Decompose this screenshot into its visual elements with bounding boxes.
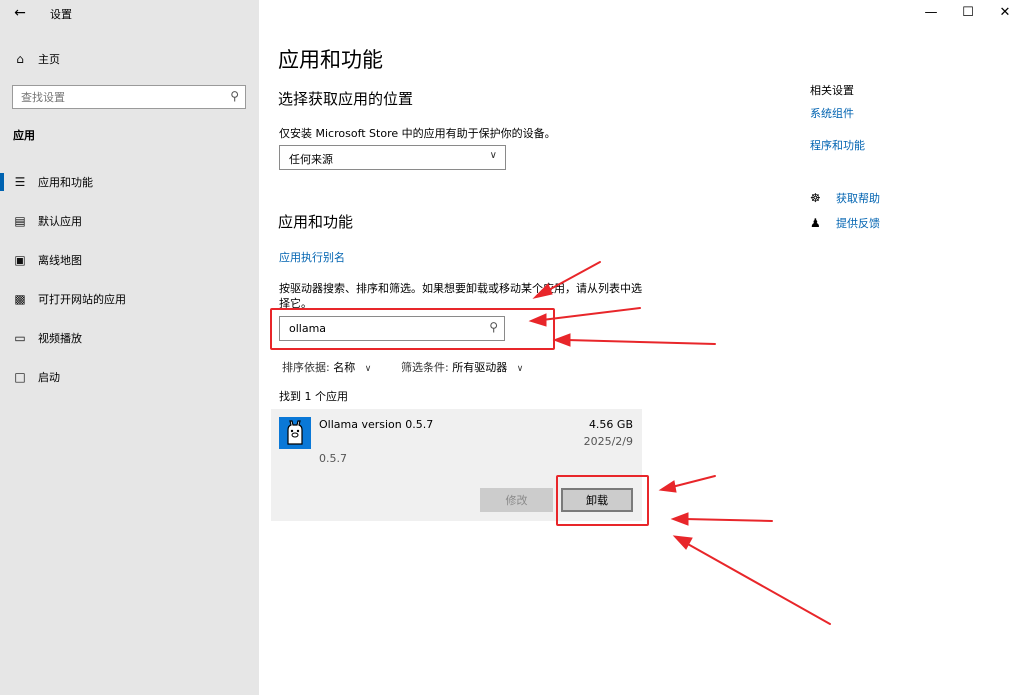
back-arrow-icon[interactable]: ← — [12, 5, 28, 21]
sidebar-item-offline-maps[interactable]: ▣ 离线地图 — [0, 245, 259, 275]
sidebar-item-default-apps[interactable]: ▤ 默认应用 — [0, 206, 259, 236]
arrow-head — [658, 480, 677, 493]
selection-indicator — [0, 173, 4, 191]
video-icon: ▭ — [14, 331, 26, 345]
minimize-icon[interactable]: — — [921, 3, 941, 23]
sidebar-item-apps-features[interactable]: ☰ 应用和功能 — [0, 167, 259, 197]
annotation-arrow — [684, 518, 773, 522]
map-icon: ▣ — [14, 253, 26, 267]
app-size: 4.56 GB — [588, 418, 633, 431]
feedback-link[interactable]: ♟ 提供反馈 — [810, 215, 880, 231]
annotation-arrow — [566, 339, 716, 345]
sort-control[interactable]: 排序依据: 名称 ∨ — [282, 359, 371, 375]
filter-control[interactable]: 筛选条件: 所有驱动器 ∨ — [401, 359, 523, 375]
home-icon: ⌂ — [16, 52, 24, 66]
related-settings-title: 相关设置 — [810, 84, 854, 97]
app-install-date: 2025/2/9 — [583, 435, 633, 448]
get-help-link[interactable]: ☸ 获取帮助 — [810, 190, 880, 206]
chevron-down-icon: ∨ — [489, 150, 497, 161]
apps-heading: 应用和功能 — [278, 213, 354, 231]
web-app-icon: ▩ — [14, 292, 26, 306]
close-icon[interactable]: ✕ — [995, 3, 1015, 23]
default-apps-icon: ▤ — [14, 214, 26, 228]
settings-search[interactable]: ⚲ — [12, 85, 246, 109]
sidebar-item-label: 离线地图 — [38, 254, 82, 267]
dropdown-value: 任何来源 — [289, 153, 333, 166]
sidebar-item-label: 应用和功能 — [38, 176, 93, 189]
ollama-app-icon — [279, 417, 311, 449]
sidebar-item-label: 启动 — [38, 371, 60, 384]
sidebar-section-title: 应用 — [13, 129, 35, 142]
annotation-arrow — [671, 475, 716, 488]
feedback-icon: ♟ — [810, 216, 821, 230]
filter-value: 所有驱动器 — [452, 361, 508, 374]
search-highlight-box — [270, 308, 555, 350]
sidebar-item-label: 视频播放 — [38, 332, 82, 345]
page-title: 应用和功能 — [278, 48, 383, 72]
list-icon: ☰ — [14, 175, 26, 189]
sidebar: ← 设置 ⌂ 主页 ⚲ 应用 ☰ 应用和功能 ▤ 默认应用 ▣ 离线地图 ▩ 可… — [0, 0, 259, 695]
arrow-head — [670, 512, 689, 526]
sort-value: 名称 — [333, 361, 356, 374]
modify-button[interactable]: 修改 — [480, 488, 553, 512]
found-count: 找到 1 个应用 — [279, 390, 348, 403]
sidebar-home[interactable]: ⌂ 主页 — [0, 44, 259, 74]
source-description: 仅安装 Microsoft Store 中的应用有助于保护你的设备。 — [279, 127, 556, 140]
sidebar-item-label: 默认应用 — [38, 215, 82, 228]
arrow-head — [552, 333, 571, 347]
chevron-down-icon: ∨ — [364, 364, 372, 374]
sidebar-item-startup[interactable]: □ 启动 — [0, 362, 259, 392]
sidebar-item-video[interactable]: ▭ 视频播放 — [0, 323, 259, 353]
search-hint: 按驱动器搜索、排序和筛选。如果想要卸载或移动某个应用，请从列表中选择它。 — [279, 282, 642, 310]
app-name: Ollama version 0.5.7 — [319, 418, 434, 431]
sidebar-item-web-apps[interactable]: ▩ 可打开网站的应用 — [0, 284, 259, 314]
sidebar-home-label: 主页 — [38, 53, 60, 66]
filter-label: 筛选条件: — [401, 361, 449, 374]
feedback-label: 提供反馈 — [836, 217, 880, 230]
arrow-head — [672, 535, 693, 550]
sidebar-item-label: 可打开网站的应用 — [38, 293, 126, 306]
maximize-icon[interactable]: ☐ — [958, 3, 978, 23]
help-chat-icon: ☸ — [810, 191, 821, 205]
app-alias-link[interactable]: 应用执行别名 — [279, 249, 345, 265]
sort-label: 排序依据: — [282, 361, 330, 374]
annotation-arrow — [685, 542, 831, 625]
chevron-down-icon: ∨ — [516, 364, 524, 374]
get-help-label: 获取帮助 — [836, 192, 880, 205]
programs-features-link[interactable]: 程序和功能 — [810, 137, 865, 153]
window-title: 设置 — [50, 8, 72, 21]
app-version: 0.5.7 — [319, 452, 347, 465]
source-heading: 选择获取应用的位置 — [278, 90, 414, 108]
settings-search-input[interactable] — [13, 86, 213, 108]
uninstall-highlight-box — [556, 475, 649, 526]
system-components-link[interactable]: 系统组件 — [810, 105, 854, 121]
install-source-dropdown[interactable]: 任何来源 ∨ — [279, 145, 506, 170]
search-icon[interactable]: ⚲ — [230, 89, 239, 103]
startup-icon: □ — [14, 370, 26, 384]
